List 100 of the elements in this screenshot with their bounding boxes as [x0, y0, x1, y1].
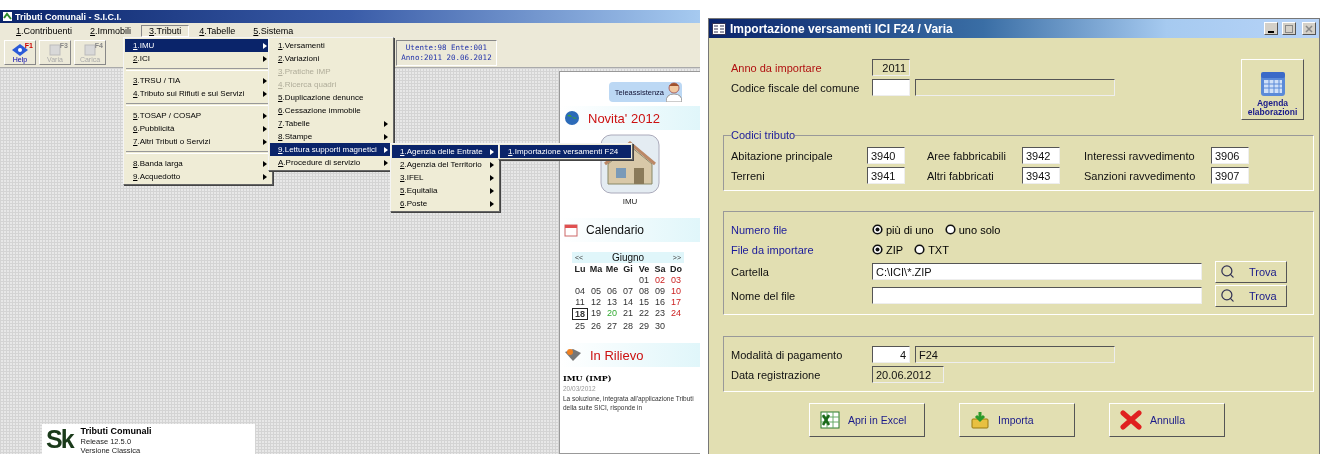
menu-item[interactable]: 2.Immobili [82, 24, 140, 37]
menu-item[interactable]: 8.Banda larga [125, 157, 271, 170]
calendar-day[interactable]: 07 [620, 286, 636, 296]
menu-item[interactable]: 1.Contribuenti [8, 24, 81, 37]
menu-item[interactable]: 3.TRSU / TIA [125, 74, 271, 87]
calendar-day[interactable]: 23 [652, 308, 668, 320]
import-icon [970, 411, 990, 429]
calendar-day[interactable]: 14 [620, 297, 636, 307]
calendar-icon [564, 223, 578, 237]
calendar-day[interactable]: 03 [668, 275, 684, 285]
calendar-day[interactable]: 12 [588, 297, 604, 307]
menu-item[interactable]: 9.Lettura supporti magnetici [270, 143, 392, 156]
product-name: Tributi Comunali [80, 426, 152, 437]
menu-item[interactable]: 1.Importazione versamenti F24 [500, 145, 631, 158]
field-label: Abitazione principale [731, 149, 834, 162]
calendar-day[interactable]: 11 [572, 297, 588, 307]
text-field[interactable]: 4 [872, 346, 910, 363]
calendar-day[interactable]: 30 [652, 321, 668, 331]
menu-item[interactable]: 6.Cessazione immobile [270, 104, 392, 117]
calendar-day[interactable]: 13 [604, 297, 620, 307]
menu-item[interactable]: 2.Variazioni [270, 52, 392, 65]
menu-item[interactable]: 2.ICI [125, 52, 271, 65]
menu-item[interactable]: 4.Tabelle [191, 24, 244, 37]
group-title: Codici tributo [731, 129, 796, 141]
section-title: Calendario [586, 223, 645, 237]
calendar-day[interactable]: 24 [668, 308, 684, 320]
text-field[interactable]: 3906 [1211, 147, 1249, 164]
calendar-day[interactable]: 27 [604, 321, 620, 331]
minimize-button[interactable] [1264, 22, 1278, 35]
text-field[interactable]: C:\ICI\*.ZIP [872, 263, 1202, 280]
field-label: Terreni [731, 169, 766, 182]
search-icon [1220, 264, 1235, 279]
text-field[interactable] [872, 79, 910, 96]
calendar-day[interactable]: 05 [588, 286, 604, 296]
menu-item[interactable]: 1.Versamenti [270, 39, 392, 52]
text-field[interactable]: 3942 [1022, 147, 1060, 164]
calendar-day[interactable]: 26 [588, 321, 604, 331]
calendar-day[interactable]: 19 [588, 308, 604, 320]
dialog-button[interactable]: Importa [959, 403, 1075, 437]
text-field[interactable] [872, 287, 1202, 304]
menu-item[interactable]: 8.Stampe [270, 130, 392, 143]
text-field[interactable]: 3941 [867, 167, 905, 184]
calendar-day[interactable]: 22 [636, 308, 652, 320]
field-label: Sanzioni ravvedimento [1084, 169, 1197, 182]
calendar-day[interactable]: 21 [620, 308, 636, 320]
close-button[interactable] [1302, 22, 1316, 35]
text-field[interactable]: 3943 [1022, 167, 1060, 184]
calendar-day[interactable]: 29 [636, 321, 652, 331]
dialog-button[interactable]: Annulla [1109, 403, 1225, 437]
month-label: Giugno [611, 252, 645, 263]
menu-item[interactable]: 2.Agenzia del Territorio [392, 158, 498, 171]
radio-button[interactable] [914, 244, 926, 255]
menu-item[interactable]: 1.Agenzia delle Entrate [392, 145, 498, 158]
menu-item[interactable]: 1.IMU [125, 39, 271, 52]
calendar-day[interactable]: 06 [604, 286, 620, 296]
calendar-day[interactable]: 17 [668, 297, 684, 307]
radio-button[interactable] [872, 244, 883, 255]
maximize-button[interactable] [1282, 22, 1296, 35]
menu-item[interactable]: 5.Sistema [245, 24, 302, 37]
calendar-day[interactable]: 25 [572, 321, 588, 331]
calendar-day[interactable]: 16 [652, 297, 668, 307]
menu-item[interactable]: 5.Duplicazione denunce [270, 91, 392, 104]
menu-item[interactable]: 5.TOSAP / COSAP [125, 109, 271, 122]
calendar-day[interactable]: 28 [620, 321, 636, 331]
logo: Sk [46, 426, 73, 452]
browse-button[interactable]: Trova [1215, 260, 1287, 283]
menu-item[interactable]: 3.IFEL [392, 171, 498, 184]
calendar-day[interactable]: 15 [636, 297, 652, 307]
menu-item[interactable]: 7.Tabelle [270, 117, 392, 130]
calendar-day[interactable]: 04 [572, 286, 588, 296]
menu-item[interactable]: 3.Tributi [141, 24, 190, 37]
app-icon [3, 12, 12, 21]
menu-item[interactable]: 6.Pubblicità [125, 122, 271, 135]
menu-item[interactable]: 6.Poste [392, 197, 498, 210]
field-label: Aree fabbricabili [927, 149, 1007, 162]
weekday-label: Me [604, 264, 620, 274]
text-field[interactable]: 3940 [867, 147, 905, 164]
menu-item[interactable]: 4.Tributo sui Rifiuti e sui Servizi [125, 87, 271, 100]
menu-item[interactable]: 5.Equitalia [392, 184, 498, 197]
spreadsheet-icon [820, 411, 840, 429]
section-title: In Rilievo [590, 347, 644, 363]
agenda-button[interactable]: Agenda elaborazioni [1241, 59, 1304, 120]
radio-button[interactable] [944, 224, 956, 235]
window-icon [712, 22, 726, 35]
calendar-day[interactable]: 08 [636, 286, 652, 296]
field-label: Cartella [731, 265, 770, 278]
browse-button[interactable]: Trova [1215, 284, 1287, 307]
calendar-day[interactable]: 10 [668, 286, 684, 296]
calendar-day[interactable]: 01 [636, 275, 652, 285]
dialog-button[interactable]: Apri in Excel [809, 403, 925, 437]
field-label: Anno da importare [731, 61, 823, 74]
menu-item[interactable]: 7.Altri Tributi o Servizi [125, 135, 271, 148]
calendar-day[interactable]: 02 [652, 275, 668, 285]
radio-button[interactable] [872, 224, 883, 235]
calendar-day[interactable]: 18 [572, 308, 588, 320]
text-field[interactable]: 3907 [1211, 167, 1249, 184]
menu-item[interactable]: 9.Acquedotto [125, 170, 271, 183]
menu-item[interactable]: A.Procedure di servizio [270, 156, 392, 169]
calendar-day[interactable]: 09 [652, 286, 668, 296]
section-title: Novita' 2012 [588, 110, 660, 126]
